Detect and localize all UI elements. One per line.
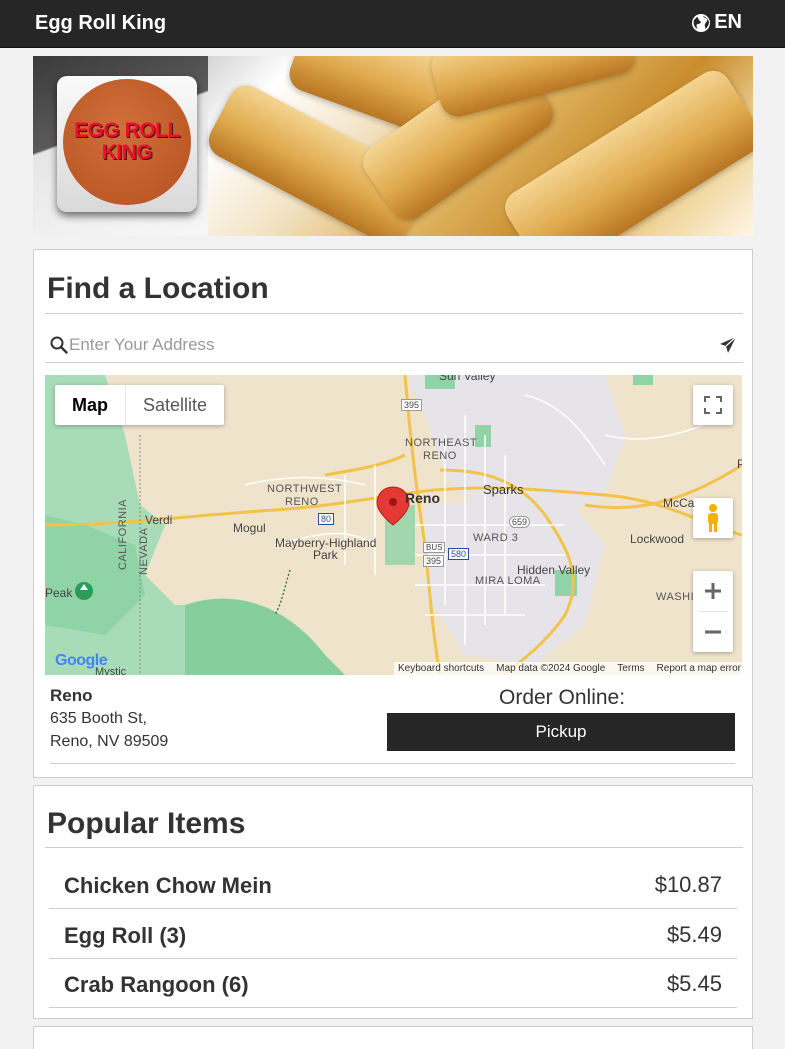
paper-plane-icon[interactable] bbox=[719, 336, 737, 354]
map-route-shield: 395 bbox=[423, 555, 445, 567]
zoom-out-button[interactable] bbox=[693, 612, 733, 652]
pickup-button[interactable]: Pickup bbox=[387, 713, 735, 751]
popular-item-row[interactable]: Egg Roll (3) $5.49 bbox=[49, 910, 737, 959]
map-label: McCa bbox=[663, 496, 695, 510]
hero-banner: EGG ROLL KING bbox=[33, 56, 753, 236]
fullscreen-icon bbox=[704, 396, 722, 414]
find-location-panel: Find a Location Enter Your Address Map S… bbox=[33, 249, 753, 778]
fullscreen-button[interactable] bbox=[693, 385, 733, 425]
map-label: NEVADA bbox=[138, 527, 150, 575]
map-label: Sun Valley bbox=[439, 375, 496, 383]
map-label: WASHI bbox=[656, 591, 695, 603]
map-label: RENO bbox=[285, 496, 319, 508]
find-location-title: Find a Location bbox=[47, 272, 269, 305]
minus-icon bbox=[705, 630, 721, 634]
map-data-text: Map data ©2024 Google bbox=[496, 663, 606, 674]
address-search bbox=[45, 328, 743, 363]
map-label: Verdi bbox=[145, 513, 173, 527]
map-label: CALIFORNIA bbox=[117, 498, 129, 570]
map-route-shield: 395 bbox=[401, 399, 423, 411]
globe-icon bbox=[692, 13, 711, 32]
map-label: NORTHWEST bbox=[267, 483, 343, 495]
popular-item-row[interactable]: Crab Rangoon (6) $5.45 bbox=[49, 959, 737, 1008]
divider bbox=[45, 847, 743, 848]
pegman-icon bbox=[708, 504, 718, 532]
store-address-line2: Reno, NV 89509 bbox=[50, 733, 169, 750]
map-label: Lockwood bbox=[630, 532, 685, 546]
brand-name[interactable]: Egg Roll King bbox=[35, 12, 166, 35]
zoom-control bbox=[693, 571, 733, 652]
map-label: RENO bbox=[423, 450, 457, 462]
search-icon bbox=[50, 336, 68, 354]
report-map-error-link[interactable]: Report a map error bbox=[657, 662, 741, 675]
popular-item-row[interactable]: Chicken Chow Mein $10.87 bbox=[49, 860, 737, 909]
map-attribution-bar: Keyboard shortcuts Map data ©2024 Google… bbox=[394, 662, 742, 675]
street-view-button[interactable] bbox=[693, 498, 733, 538]
zoom-in-button[interactable] bbox=[693, 571, 733, 611]
divider bbox=[50, 763, 735, 764]
map-type-map-button[interactable]: Map bbox=[55, 385, 126, 425]
language-label: EN bbox=[714, 11, 742, 33]
order-online-label: Order Online: bbox=[499, 686, 626, 709]
map-route-shield: 80 bbox=[318, 513, 335, 525]
restaurant-logo: EGG ROLL KING bbox=[57, 76, 197, 212]
map-label: Reno bbox=[405, 490, 440, 506]
keyboard-shortcuts-link[interactable]: Keyboard shortcuts bbox=[398, 662, 484, 675]
store-name: Reno bbox=[50, 686, 93, 705]
map-label: Mogul bbox=[233, 521, 266, 535]
item-price: $10.87 bbox=[654, 872, 722, 897]
popular-items-title: Popular Items bbox=[47, 807, 246, 840]
next-panel bbox=[33, 1026, 753, 1049]
popular-items-panel: Popular Items Chicken Chow Mein $10.87 E… bbox=[33, 785, 753, 1019]
store-map[interactable]: Map Satellite Sun Valley 395 NORTHEAST R… bbox=[45, 375, 742, 675]
map-label: Park bbox=[313, 548, 338, 562]
google-logo-text: Google bbox=[55, 652, 108, 669]
map-label: Sparks bbox=[483, 482, 524, 497]
store-address-line1: 635 Booth St, bbox=[50, 710, 147, 727]
logo-text-line2: KING bbox=[101, 141, 153, 164]
map-label: WARD 3 bbox=[473, 532, 519, 544]
map-type-satellite-button[interactable]: Satellite bbox=[126, 385, 224, 425]
map-type-control: Map Satellite bbox=[55, 385, 225, 425]
plus-icon bbox=[705, 583, 721, 599]
google-logo: Google bbox=[55, 652, 108, 670]
terms-link[interactable]: Terms bbox=[617, 662, 644, 675]
map-label: NORTHEAST bbox=[405, 437, 478, 449]
map-label: P bbox=[737, 457, 742, 471]
map-route-shield: 659 bbox=[509, 516, 531, 528]
item-name: Egg Roll (3) bbox=[64, 923, 187, 948]
map-route-shield: BUS bbox=[423, 542, 446, 553]
logo-text-line1: EGG ROLL bbox=[74, 119, 180, 142]
item-name: Chicken Chow Mein bbox=[64, 873, 272, 898]
top-navbar: Egg Roll King EN bbox=[0, 0, 785, 48]
address-input[interactable] bbox=[69, 332, 699, 358]
item-name: Crab Rangoon (6) bbox=[64, 972, 249, 997]
item-price: $5.45 bbox=[666, 971, 722, 996]
item-price: $5.49 bbox=[666, 922, 722, 947]
map-label: MIRA LOMA bbox=[475, 575, 541, 587]
map-label: Peak bbox=[45, 586, 73, 600]
map-route-shield: 580 bbox=[448, 548, 470, 560]
divider bbox=[45, 313, 743, 314]
language-selector[interactable]: EN bbox=[691, 11, 742, 34]
